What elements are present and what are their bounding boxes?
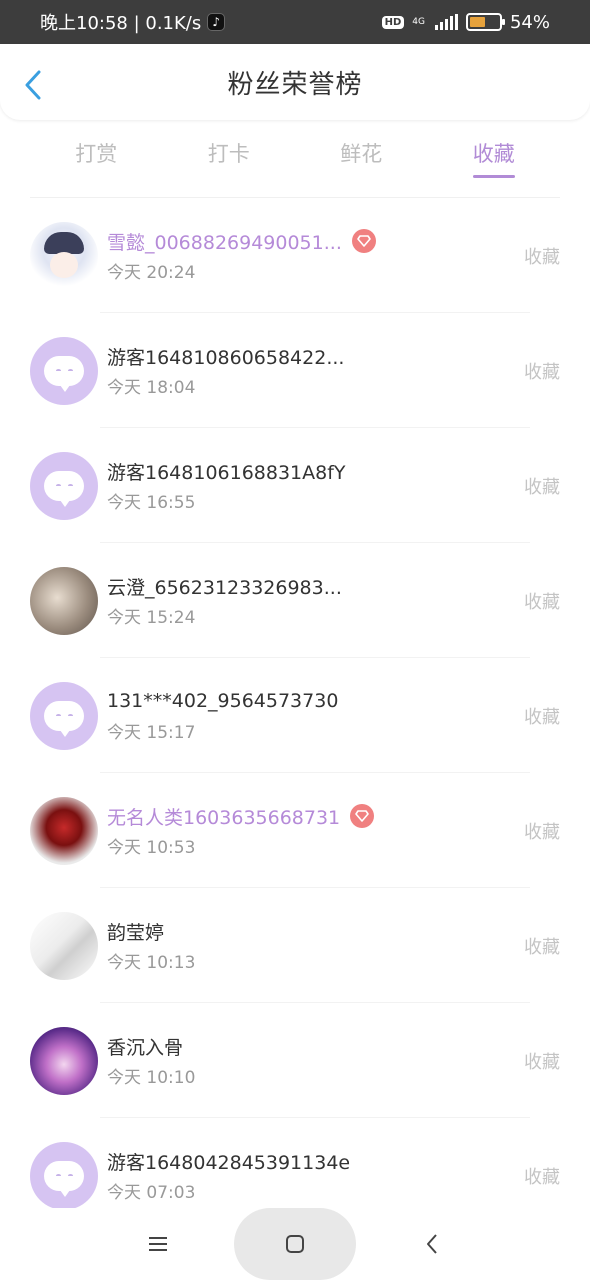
avatar[interactable]: [30, 336, 98, 405]
list-item[interactable]: 雪懿_00688269490051... 今天 20:24 收藏: [0, 198, 590, 313]
avatar[interactable]: [30, 221, 98, 290]
home-square-icon: [286, 1235, 304, 1253]
item-info: 游客1648106168831A8fY 今天 16:55: [107, 458, 590, 514]
item-time: 今天 18:04: [107, 378, 196, 398]
item-time: 今天 10:13: [107, 953, 196, 973]
home-button[interactable]: [234, 1208, 356, 1280]
status-bar: 晚上10:58 | 0.1K/s ♪ HD 4G 54%: [0, 0, 590, 44]
item-time: 今天 15:17: [107, 723, 196, 743]
user-name[interactable]: 香沉入骨: [107, 1033, 183, 1060]
list-item[interactable]: 131***402_9564573730 今天 15:17 收藏: [0, 658, 590, 773]
back-button[interactable]: [20, 68, 46, 102]
page-title: 粉丝荣誉榜: [227, 69, 363, 100]
battery-icon: [465, 13, 505, 31]
header: 粉丝荣誉榜: [0, 44, 590, 120]
user-name[interactable]: 游客1648042845391134e: [107, 1148, 350, 1175]
list-item[interactable]: 香沉入骨 今天 10:10 收藏: [0, 1003, 590, 1118]
item-time: 今天 07:03: [107, 1183, 196, 1203]
action-label: 收藏: [524, 1051, 560, 1073]
chat-bubble-icon: [44, 470, 84, 507]
avatar[interactable]: [30, 681, 98, 750]
avatar[interactable]: [30, 1141, 98, 1210]
battery-fill: [469, 17, 486, 27]
menu-button[interactable]: [138, 1224, 178, 1264]
item-time: 今天 16:55: [107, 493, 196, 513]
user-name[interactable]: 游客1648106168831A8fY: [107, 458, 346, 485]
item-info: 雪懿_00688269490051... 今天 20:24: [107, 228, 590, 283]
chat-bubble-icon: [44, 1160, 84, 1197]
name-line: 香沉入骨: [107, 1033, 590, 1059]
chat-bubble-icon: [44, 355, 84, 392]
action-label: 收藏: [524, 821, 560, 843]
menu-icon: [149, 1237, 167, 1251]
name-line: 游客164810860658422...: [107, 343, 590, 369]
list-item[interactable]: 游客1648106168831A8fY 今天 16:55 收藏: [0, 428, 590, 543]
tab-bar: 打赏 打卡 鲜花 收藏: [0, 128, 590, 184]
item-time: 今天 10:10: [107, 1068, 196, 1088]
list-item[interactable]: 无名人类1603635668731 今天 10:53 收藏: [0, 773, 590, 888]
name-line: 云澄_65623123326983...: [107, 573, 590, 599]
user-name[interactable]: 游客164810860658422...: [107, 343, 344, 370]
item-info: 韵莹婷 今天 10:13: [107, 918, 590, 974]
action-label: 收藏: [524, 591, 560, 613]
network-label: 4G: [412, 16, 425, 27]
avatar[interactable]: [30, 566, 98, 635]
chat-bubble-icon: [44, 700, 84, 737]
name-line: 游客1648042845391134e: [107, 1148, 590, 1174]
name-line: 游客1648106168831A8fY: [107, 458, 590, 484]
item-info: 无名人类1603635668731 今天 10:53: [107, 803, 590, 858]
action-label: 收藏: [524, 1166, 560, 1188]
signal-icon: [434, 14, 458, 30]
item-info: 游客164810860658422... 今天 18:04: [107, 343, 590, 399]
fan-list: 雪懿_00688269490051... 今天 20:24 收藏 游客16481…: [0, 198, 590, 1233]
item-time: 今天 20:24: [107, 263, 196, 283]
user-name[interactable]: 无名人类1603635668731: [107, 803, 340, 830]
status-right: HD 4G 54%: [381, 11, 550, 33]
item-info: 香沉入骨 今天 10:10: [107, 1033, 590, 1089]
status-left: 晚上10:58 | 0.1K/s ♪: [40, 9, 226, 35]
tab-flowers[interactable]: 鲜花: [340, 128, 382, 178]
vip-diamond-icon: [351, 229, 376, 253]
avatar[interactable]: [30, 1026, 98, 1095]
name-line: 131***402_9564573730: [107, 688, 590, 714]
tab-reward[interactable]: 打赏: [75, 128, 117, 178]
back-arrow-icon: [427, 1234, 437, 1254]
avatar[interactable]: [30, 796, 98, 865]
battery-text: 54%: [509, 11, 550, 33]
tiktok-icon: ♪: [207, 13, 226, 31]
item-info: 云澄_65623123326983... 今天 15:24: [107, 573, 590, 629]
avatar[interactable]: [30, 911, 98, 980]
avatar[interactable]: [30, 451, 98, 520]
name-line: 雪懿_00688269490051...: [107, 228, 590, 254]
list-item[interactable]: 云澄_65623123326983... 今天 15:24 收藏: [0, 543, 590, 658]
action-label: 收藏: [524, 476, 560, 498]
user-name[interactable]: 韵莹婷: [107, 918, 164, 945]
action-label: 收藏: [524, 361, 560, 383]
user-name[interactable]: 雪懿_00688269490051...: [107, 228, 342, 255]
hd-badge: HD: [381, 15, 405, 29]
user-name[interactable]: 云澄_65623123326983...: [107, 573, 342, 600]
name-line: 韵莹婷: [107, 918, 590, 944]
tab-checkin[interactable]: 打卡: [208, 128, 250, 178]
item-info: 游客1648042845391134e 今天 07:03: [107, 1148, 590, 1204]
vip-diamond-icon: [350, 804, 375, 828]
tab-favorites[interactable]: 收藏: [472, 128, 515, 178]
item-time: 今天 10:53: [107, 838, 196, 858]
name-line: 无名人类1603635668731: [107, 803, 590, 829]
user-name[interactable]: 131***402_9564573730: [107, 690, 338, 712]
action-label: 收藏: [524, 246, 560, 268]
chevron-left-icon: [25, 70, 41, 100]
item-info: 131***402_9564573730 今天 15:17: [107, 688, 590, 743]
action-label: 收藏: [524, 936, 560, 958]
action-label: 收藏: [524, 706, 560, 728]
system-nav-bar: [0, 1208, 590, 1280]
back-nav-button[interactable]: [412, 1224, 452, 1264]
list-item[interactable]: 韵莹婷 今天 10:13 收藏: [0, 888, 590, 1003]
list-item[interactable]: 游客164810860658422... 今天 18:04 收藏: [0, 313, 590, 428]
status-time: 晚上10:58 | 0.1K/s: [40, 13, 202, 34]
item-time: 今天 15:24: [107, 608, 196, 628]
